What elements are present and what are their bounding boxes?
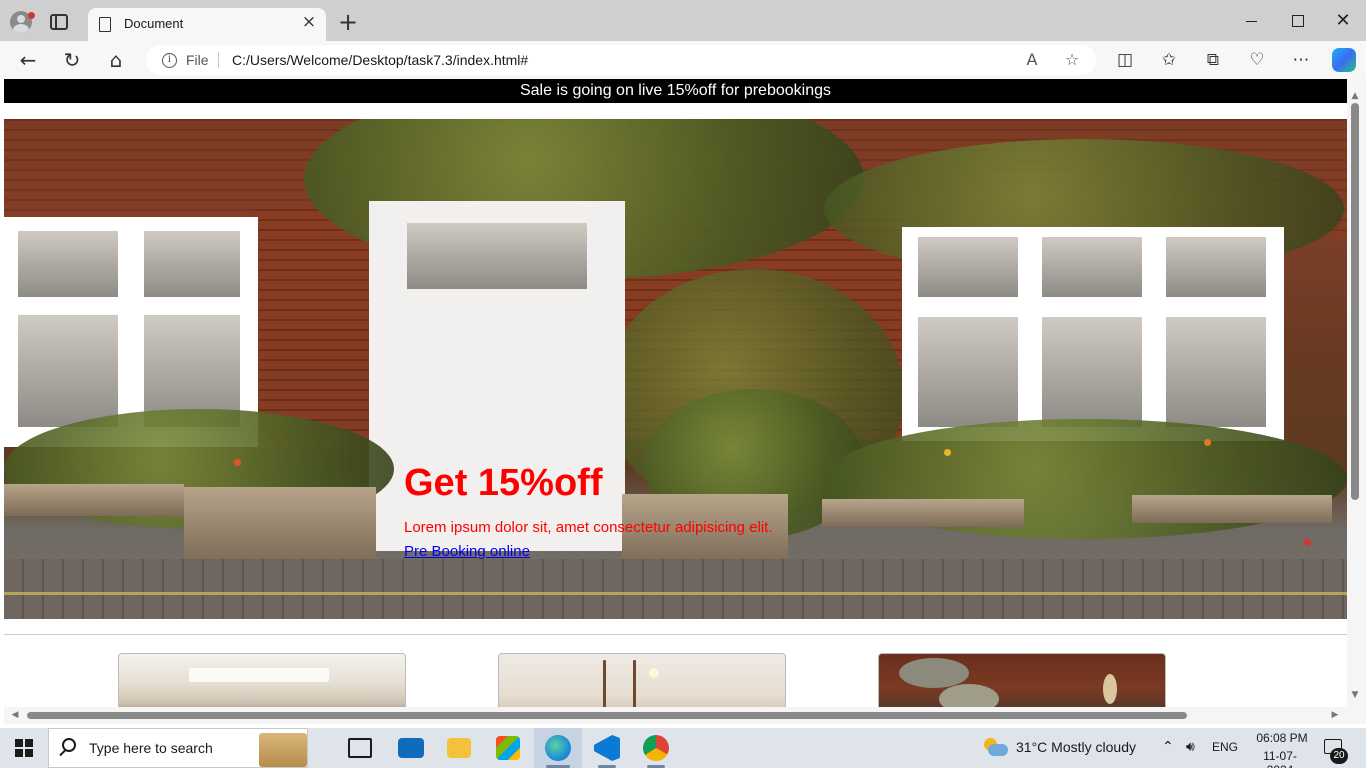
- more-menu-icon[interactable]: ⋯: [1290, 49, 1312, 71]
- pre-booking-link[interactable]: Pre Booking online: [404, 543, 530, 560]
- vertical-scrollbar[interactable]: ▲ ▼: [1347, 79, 1366, 724]
- microsoft-store-icon[interactable]: [496, 736, 520, 760]
- clock-time[interactable]: 06:08 PM: [1254, 731, 1310, 745]
- url-text[interactable]: C:/Users/Welcome/Desktop/task7.3/index.h…: [232, 52, 528, 68]
- favorite-star-icon[interactable]: ☆: [1062, 50, 1082, 70]
- split-screen-icon[interactable]: ◫: [1114, 49, 1136, 71]
- hero-heading: Get 15%off: [404, 462, 603, 504]
- browser-toolbar: ← ↻ ⌂ i File C:/Users/Welcome/Desktop/ta…: [0, 41, 1366, 79]
- minimize-button[interactable]: [1228, 6, 1274, 36]
- address-scheme-label: File: [186, 52, 209, 68]
- address-divider: [218, 52, 219, 68]
- address-bar[interactable]: i File C:/Users/Welcome/Desktop/task7.3/…: [146, 45, 1096, 75]
- planter-box: [822, 499, 1024, 527]
- horizontal-scrollbar[interactable]: ◀ ▶: [4, 707, 1347, 724]
- tab-close-icon[interactable]: ×: [300, 13, 318, 31]
- flower: [234, 459, 241, 466]
- collections-icon[interactable]: ⧉: [1202, 49, 1224, 71]
- search-placeholder: Type here to search: [89, 740, 213, 756]
- browser-titlebar: Document × + ✕: [0, 0, 1366, 41]
- scroll-down-arrow-icon[interactable]: ▼: [1350, 690, 1360, 700]
- clock-date[interactable]: 11-07-2024: [1250, 749, 1310, 768]
- taskbar-search-box[interactable]: Type here to search: [48, 728, 308, 768]
- search-icon: [62, 738, 76, 752]
- favorites-icon[interactable]: ✩: [1158, 49, 1180, 71]
- maximize-button[interactable]: [1274, 6, 1320, 36]
- hero-description: Lorem ipsum dolor sit, amet consectetur …: [404, 519, 773, 536]
- scroll-right-arrow-icon[interactable]: ▶: [1330, 710, 1340, 720]
- volume-icon[interactable]: 🔊︎: [1186, 739, 1195, 755]
- notification-count-badge: 20: [1330, 748, 1348, 764]
- weather-text[interactable]: 31°C Mostly cloudy: [1016, 739, 1136, 755]
- tab-document[interactable]: Document ×: [88, 8, 326, 41]
- planter-box: [184, 487, 376, 561]
- planter-box: [4, 484, 184, 516]
- right-window: [902, 227, 1284, 441]
- edge-icon[interactable]: [545, 735, 571, 761]
- announcement-bar: Sale is going on live 15%off for prebook…: [4, 79, 1347, 103]
- vscode-icon[interactable]: [594, 735, 620, 761]
- tab-title: Document: [124, 16, 184, 31]
- copilot-icon[interactable]: [1332, 48, 1356, 72]
- input-language[interactable]: ENG: [1212, 740, 1238, 754]
- search-highlight-icon[interactable]: [259, 733, 307, 767]
- mail-icon[interactable]: [398, 738, 424, 758]
- new-tab-button[interactable]: +: [338, 10, 358, 34]
- back-button[interactable]: ←: [16, 48, 40, 72]
- scroll-up-arrow-icon[interactable]: ▲: [1350, 91, 1360, 101]
- close-window-button[interactable]: ✕: [1320, 6, 1366, 36]
- profile-status-dot: [28, 12, 35, 19]
- page-viewport: Sale is going on live 15%off for prebook…: [4, 79, 1366, 724]
- flower: [1204, 439, 1211, 446]
- refresh-button[interactable]: ↻: [60, 48, 84, 72]
- windows-taskbar: Type here to search 31°C Mostly cloudy ⌃…: [0, 728, 1366, 768]
- weather-cloudy-icon[interactable]: [984, 738, 1008, 756]
- scroll-left-arrow-icon[interactable]: ◀: [10, 710, 20, 720]
- planter-box: [1132, 495, 1332, 523]
- sidewalk-line: [4, 592, 1347, 595]
- browser-essentials-icon[interactable]: ♡: [1246, 49, 1268, 71]
- document-icon: [99, 17, 111, 32]
- vertical-scroll-thumb[interactable]: [1351, 103, 1359, 500]
- paved-sidewalk: [4, 559, 1347, 619]
- hero-banner-image: Get 15%off Lorem ipsum dolor sit, amet c…: [4, 119, 1347, 619]
- read-aloud-icon[interactable]: A: [1022, 50, 1042, 70]
- start-windows-icon[interactable]: [15, 739, 33, 757]
- site-info-icon[interactable]: i: [162, 53, 177, 68]
- home-button[interactable]: ⌂: [104, 48, 128, 72]
- horizontal-scroll-thumb[interactable]: [27, 712, 1187, 719]
- chrome-icon[interactable]: [643, 735, 669, 761]
- section-divider: [4, 634, 1347, 635]
- tray-overflow-chevron-icon[interactable]: ⌃: [1162, 739, 1174, 755]
- tab-actions-icon[interactable]: [50, 14, 68, 30]
- file-explorer-icon[interactable]: [447, 738, 471, 758]
- flower: [1304, 539, 1311, 546]
- task-view-icon[interactable]: [348, 738, 372, 758]
- flower: [944, 449, 951, 456]
